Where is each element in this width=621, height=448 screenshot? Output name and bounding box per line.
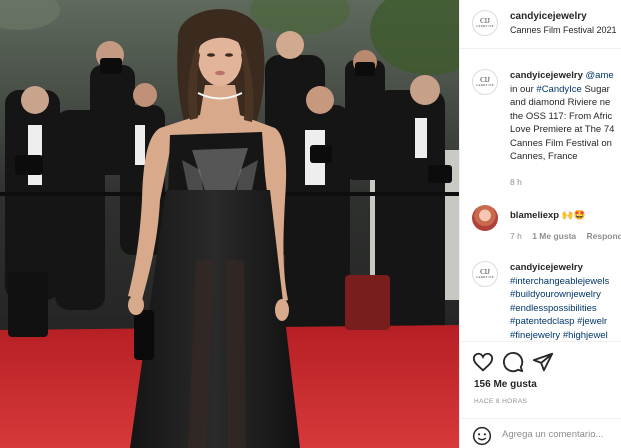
comment-likes[interactable]: 1 Me gusta <box>532 231 576 241</box>
comment-text-segment: Love Premiere at The 74 <box>510 124 615 135</box>
post-location[interactable]: Cannes Film Festival 2021 <box>510 25 617 35</box>
post-photo[interactable] <box>0 0 459 448</box>
photo-scene <box>0 0 459 448</box>
comment-meta: 7 h 1 Me gusta Respond <box>510 231 621 241</box>
hashtags-comment: CIJ CANDY ICE candyicejewelry #interchang… <box>460 255 621 341</box>
add-comment-bar <box>460 418 621 448</box>
avatar-logo: CIJ CANDY ICE <box>476 268 494 279</box>
comments-list[interactable]: CIJ CANDY ICE candyicejewelry @ame in our… <box>460 49 621 341</box>
comment-line: #interchangeablejewels <box>510 275 621 289</box>
caption-text: candyicejewelry @ame in our #CandyIce Sug… <box>510 69 621 164</box>
author-username[interactable]: candyicejewelry <box>510 11 587 22</box>
share-icon[interactable] <box>532 351 554 373</box>
comment-icon[interactable] <box>502 351 524 373</box>
comment-text: blameliexp 🙌🤩 <box>510 209 621 223</box>
comment-text-segment: Cannes, France <box>510 151 578 162</box>
comment-username[interactable]: candyicejewelry <box>510 70 583 81</box>
comment-line: #finejewelry #highjewel <box>510 329 621 342</box>
emoji-icon[interactable] <box>472 426 492 446</box>
hashtags-text: candyicejewelry #interchangeablejewels #bu… <box>510 261 621 341</box>
comment-line: the OSS 117: From Afric <box>510 110 621 124</box>
hashtag-comment-avatar[interactable]: CIJ CANDY ICE <box>472 261 498 287</box>
comment-blameliexp: blameliexp 🙌🤩 7 h 1 Me gusta Respond <box>460 199 621 249</box>
caption-comment: CIJ CANDY ICE candyicejewelry @ame in our… <box>460 49 621 194</box>
hashtag-link[interactable]: #jewelr <box>577 316 607 327</box>
hashtag-link[interactable]: #interchangeablejewels <box>510 276 609 287</box>
post-timestamp: HACE 8 HORAS <box>474 398 528 405</box>
comment-line: Cannes, France <box>510 150 621 164</box>
post-actions: 156 Me gusta HACE 8 HORAS <box>460 341 621 448</box>
author-avatar[interactable]: CIJ CANDY ICE <box>472 10 498 36</box>
commenter-username[interactable]: blameliexp <box>510 210 559 221</box>
comment-text-segment: the OSS 117: From Afric <box>510 110 613 122</box>
comment-line: Cannes Film Festival on <box>510 137 621 151</box>
comment-line: candyicejewelry <box>510 261 621 275</box>
hashtag-link[interactable]: #finejewelry <box>510 330 560 341</box>
heart-icon[interactable] <box>472 351 494 373</box>
comment-line: #endlesspossibilities <box>510 302 621 316</box>
hashtag-link[interactable]: #patentedclasp <box>510 316 574 327</box>
likes-count[interactable]: 156 Me gusta <box>474 379 537 390</box>
comment-line: candyicejewelry @ame <box>510 69 621 83</box>
hashtag-link[interactable]: #CandyIce <box>536 84 581 95</box>
comment-input[interactable] <box>502 425 621 443</box>
hashtag-link[interactable]: @ame <box>586 70 614 81</box>
comment-line: Love Premiere at The 74 <box>510 123 621 137</box>
comment-line: and diamond Riviere ne <box>510 96 621 110</box>
comment-line: in our #CandyIce Sugar <box>510 83 621 97</box>
comment-text-segment: Sugar <box>581 83 610 95</box>
comment-username[interactable]: candyicejewelry <box>510 262 583 273</box>
reply-button[interactable]: Respond <box>587 231 621 241</box>
post-sidebar: CIJ CANDY ICE candyicejewelry Cannes Fil… <box>459 0 621 448</box>
hashtag-link[interactable]: #endlesspossibilities <box>510 303 597 314</box>
avatar-logo: CIJ CANDY ICE <box>476 17 494 28</box>
comment-text-segment: in our <box>510 83 537 95</box>
comment-text-segment: and diamond Riviere ne <box>510 97 611 108</box>
caption-avatar[interactable]: CIJ CANDY ICE <box>472 69 498 95</box>
hashtag-link[interactable]: #highjewel <box>563 330 608 341</box>
comment-time: 7 h <box>510 231 522 241</box>
comment-emoji: 🙌🤩 <box>561 210 586 221</box>
commenter-avatar[interactable] <box>472 205 498 231</box>
hashtag-link[interactable]: #buildyourownjewelry <box>510 289 601 300</box>
comment-line: #patentedclasp #jewelr <box>510 315 621 329</box>
comment-text-segment: Cannes Film Festival on <box>510 137 612 149</box>
caption-time: 8 h <box>510 177 522 187</box>
comment-line: #buildyourownjewelry <box>510 288 621 302</box>
post-header: CIJ CANDY ICE candyicejewelry Cannes Fil… <box>460 0 621 49</box>
avatar-logo: CIJ CANDY ICE <box>476 76 494 87</box>
